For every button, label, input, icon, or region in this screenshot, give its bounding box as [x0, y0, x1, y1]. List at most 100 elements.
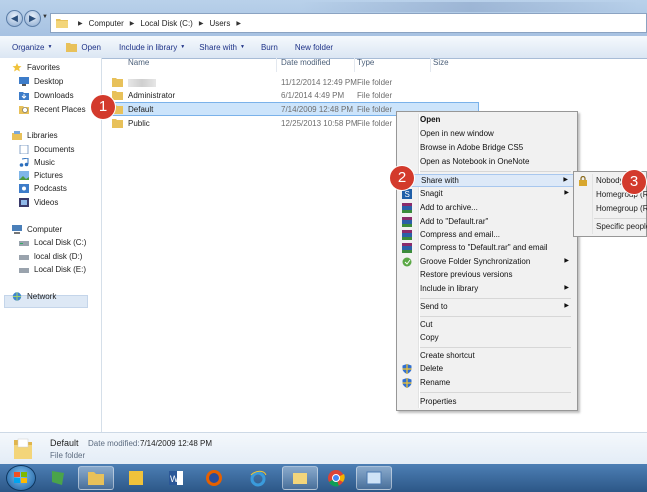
chevron-down-icon: ▼	[180, 44, 186, 50]
nav-recent-places[interactable]: Recent Places	[19, 105, 86, 114]
blurred-title	[300, 2, 640, 12]
nav-pictures[interactable]: Pictures	[19, 171, 63, 180]
column-header-type[interactable]: Type	[357, 58, 374, 70]
svg-text:W: W	[170, 474, 179, 484]
menu-item-add-rar[interactable]: Add to "Default.rar"	[397, 216, 577, 229]
taskbar-pinned-app[interactable]	[40, 466, 76, 490]
submenu-arrow-icon: ▶	[564, 258, 569, 264]
computer-icon	[12, 225, 22, 234]
open-button[interactable]: Open	[66, 42, 101, 52]
nav-libraries[interactable]: Libraries	[12, 131, 58, 140]
menu-item-open-onenote[interactable]: Open as Notebook in OneNote	[397, 156, 577, 169]
new-folder-button[interactable]: New folder	[295, 43, 333, 52]
menu-item-rename[interactable]: Rename	[397, 377, 577, 390]
nav-documents[interactable]: Documents	[19, 145, 74, 154]
menu-item-browse-bridge[interactable]: Browse in Adobe Bridge CS5	[397, 142, 577, 155]
nav-local-disk-d[interactable]: local disk (D:)	[19, 252, 82, 261]
svg-text:S: S	[405, 190, 410, 199]
taskbar: W	[0, 464, 647, 492]
menu-item-create-shortcut[interactable]: Create shortcut	[397, 350, 577, 363]
column-header-name[interactable]: Name	[128, 58, 149, 70]
file-row[interactable]	[112, 76, 156, 89]
menu-item-send-to[interactable]: Send to ▶	[397, 301, 577, 314]
taskbar-firefox[interactable]	[196, 466, 232, 490]
column-header-size[interactable]: Size	[433, 58, 449, 70]
step-marker-3: 3	[622, 170, 646, 194]
menu-item-open-new-window[interactable]: Open in new window	[397, 128, 577, 141]
folder-icon	[88, 472, 104, 485]
nav-computer[interactable]: Computer	[12, 225, 62, 234]
nav-downloads[interactable]: Downloads	[19, 91, 74, 100]
include-in-library-button[interactable]: Include in library ▼	[119, 43, 185, 52]
menu-item-properties[interactable]: Properties	[397, 396, 577, 409]
command-toolbar: Organize ▼ Open Include in library ▼ Share…	[0, 36, 647, 59]
taskbar-word[interactable]: W	[158, 466, 194, 490]
file-type: File folder	[357, 91, 393, 100]
taskbar-explorer[interactable]	[78, 466, 114, 490]
nav-videos[interactable]: Videos	[19, 198, 58, 207]
nav-favorites[interactable]: Favorites	[12, 63, 60, 72]
menu-item-include-library[interactable]: Include in library ▶	[397, 283, 577, 296]
menu-item-copy[interactable]: Copy	[397, 332, 577, 345]
recent-pages-chevron-icon[interactable]: ▼	[42, 14, 48, 20]
menu-item-delete[interactable]: Delete	[397, 363, 577, 376]
folder-icon	[112, 91, 123, 100]
start-button[interactable]	[6, 465, 36, 491]
documents-icon	[19, 145, 29, 154]
winrar-icon	[402, 243, 412, 253]
forward-button[interactable]: ▶	[24, 10, 41, 27]
back-button[interactable]: ◀	[6, 10, 23, 27]
nav-local-disk-e[interactable]: Local Disk (E:)	[19, 265, 86, 274]
menu-item-compress-rar-email[interactable]: Compress to "Default.rar" and email	[397, 242, 577, 255]
menu-item-share-with[interactable]: Share with ▶	[397, 174, 577, 187]
nav-network[interactable]: Network	[12, 292, 56, 301]
app-icon	[293, 473, 307, 484]
app-icon	[129, 471, 143, 485]
firefox-icon	[206, 470, 222, 486]
file-row[interactable]: Default	[112, 103, 153, 116]
open-folder-icon	[66, 42, 78, 52]
file-name: Administrator	[128, 91, 176, 100]
breadcrumb-computer[interactable]: Computer	[89, 19, 124, 28]
menu-item-groove[interactable]: Groove Folder Synchronization ▶	[397, 256, 577, 269]
taskbar-app-window[interactable]	[356, 466, 392, 490]
file-date: 12/25/2013 10:58 PM	[281, 119, 358, 128]
windows-logo-icon	[14, 472, 27, 483]
menu-item-restore[interactable]: Restore previous versions	[397, 269, 577, 282]
folder-icon	[112, 78, 123, 87]
submenu-arrow-icon: ▶	[564, 190, 569, 196]
share-with-button[interactable]: Share with ▼	[199, 43, 245, 52]
nav-desktop[interactable]: Desktop	[19, 77, 63, 86]
menu-item-compress-email[interactable]: Compress and email...	[397, 229, 577, 242]
menu-item-cut[interactable]: Cut	[397, 319, 577, 332]
drive-icon	[19, 255, 29, 260]
file-row[interactable]: Administrator	[112, 89, 175, 102]
taskbar-chrome[interactable]	[318, 466, 354, 490]
nav-music[interactable]: Music	[19, 158, 55, 167]
submenu-item-specific-people[interactable]: Specific people...	[574, 221, 647, 234]
details-name: Default	[50, 438, 79, 448]
menu-item-snagit[interactable]: S Snagit ▶	[397, 188, 577, 201]
column-header-date-modified[interactable]: Date modified	[281, 58, 330, 70]
winrar-icon	[402, 230, 412, 240]
title-bar: ◀ ▶ ▼ ▶ Computer ▶ Local Disk (C:) ▶ Use…	[0, 0, 647, 36]
burn-button[interactable]: Burn	[261, 43, 278, 52]
chevron-down-icon: ▼	[47, 44, 53, 50]
taskbar-internet-explorer[interactable]	[240, 466, 276, 490]
nav-podcasts[interactable]: Podcasts	[19, 184, 67, 193]
submenu-arrow-icon: ▶	[563, 177, 568, 183]
breadcrumb-local-disk[interactable]: Local Disk (C:)	[140, 19, 192, 28]
organize-button[interactable]: Organize ▼	[12, 43, 52, 52]
music-icon	[19, 158, 29, 167]
address-bar[interactable]: ▶ Computer ▶ Local Disk (C:) ▶ Users ▶	[50, 13, 647, 33]
folder-icon	[56, 19, 68, 28]
breadcrumb-users[interactable]: Users	[209, 19, 230, 28]
menu-item-open[interactable]: Open	[397, 114, 577, 127]
taskbar-app-active[interactable]	[282, 466, 318, 490]
shield-icon	[402, 364, 412, 374]
file-row[interactable]: Public	[112, 117, 150, 130]
menu-item-add-archive[interactable]: Add to archive...	[397, 202, 577, 215]
submenu-item-homegroup-readwrite[interactable]: Homegroup (Read/Write)	[574, 203, 647, 216]
taskbar-app[interactable]	[118, 466, 154, 490]
nav-local-disk-c[interactable]: Local Disk (C:)	[19, 238, 86, 247]
